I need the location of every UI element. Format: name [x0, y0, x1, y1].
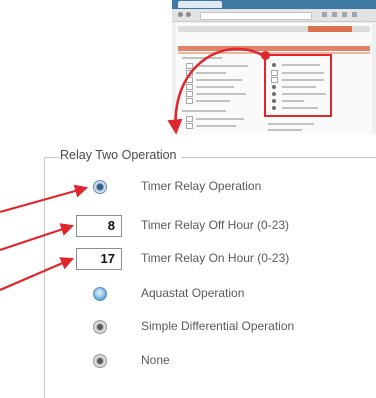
curved-annotation-arrow: [167, 47, 265, 135]
annotation-arrow: [0, 257, 75, 292]
annotation-overlay: [0, 47, 265, 292]
annotation-arrow: [0, 184, 89, 214]
annotation-arrow: [0, 223, 75, 252]
